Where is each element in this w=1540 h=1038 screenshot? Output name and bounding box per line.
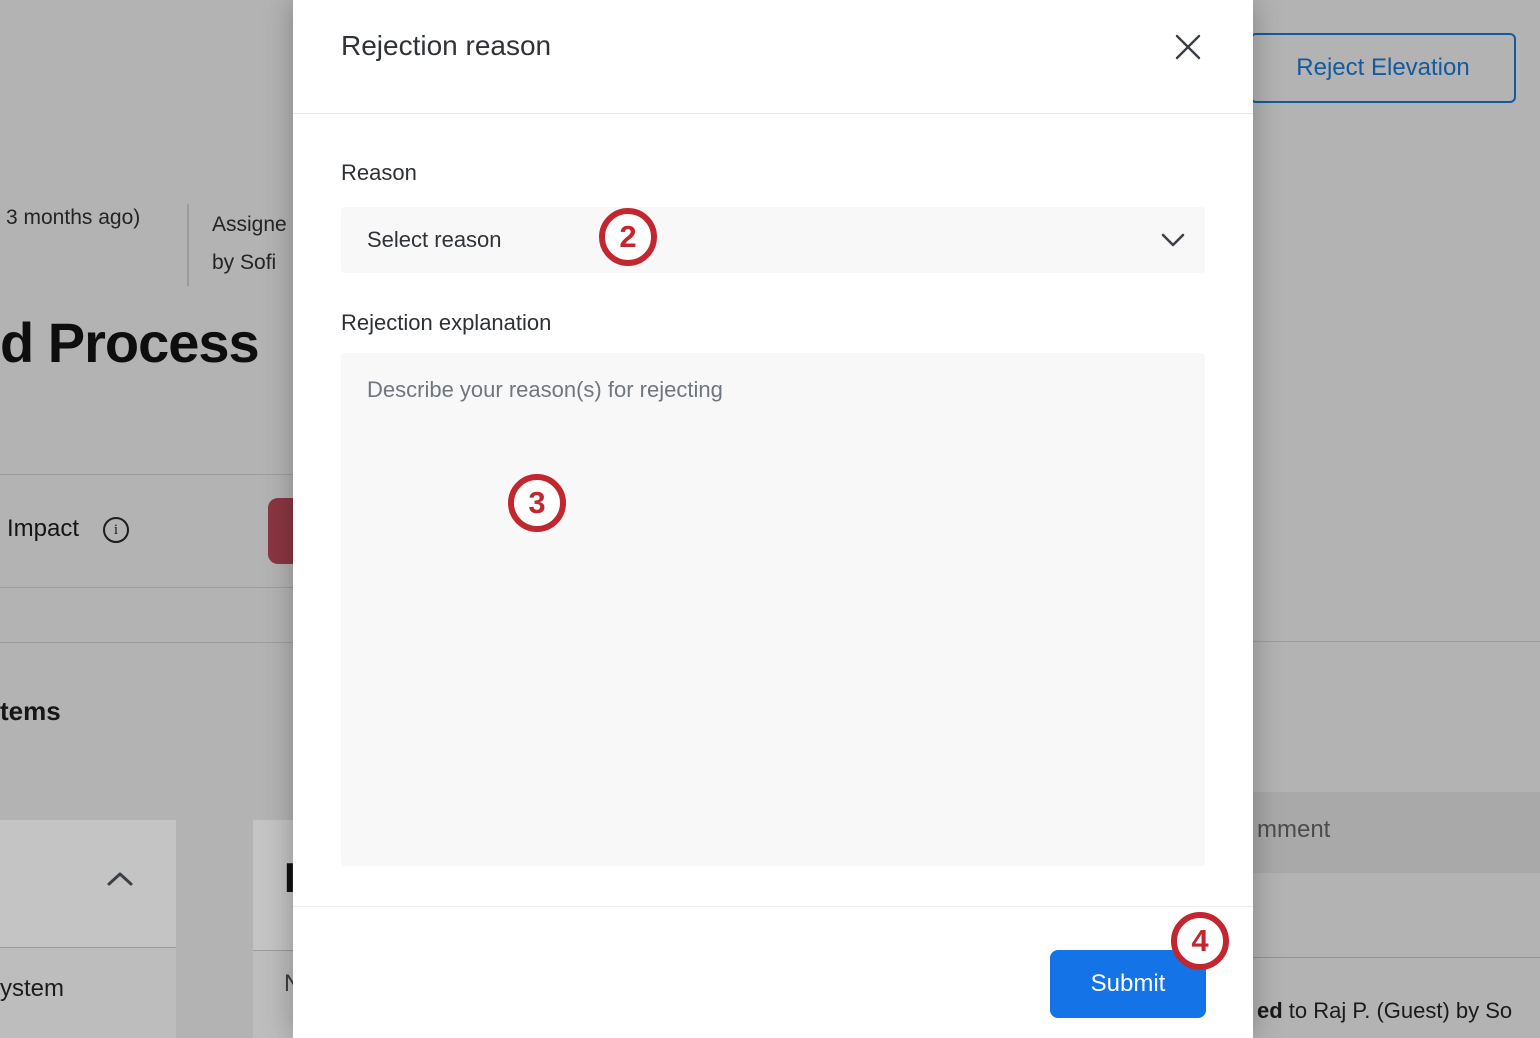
section-divider [1253,641,1540,642]
reject-elevation-button[interactable]: Reject Elevation [1250,33,1516,103]
explanation-textarea[interactable] [341,353,1205,866]
reason-select[interactable]: Select reason [341,207,1205,273]
comment-input[interactable]: mment [1253,792,1540,873]
activity-detail: to Raj P. (Guest) by So [1283,998,1512,1023]
meta-divider [187,204,189,286]
summary-card-header [0,820,176,947]
impact-label: Impact [7,515,79,543]
info-icon[interactable]: i [103,517,129,543]
created-age-text: 3 months ago) [6,206,140,230]
assigned-line1: Assigne [212,206,293,244]
items-table-card: I N [253,820,293,1038]
close-icon [1174,33,1202,61]
close-button[interactable] [1173,32,1203,62]
section-divider [0,642,293,643]
section-divider [0,474,293,475]
comment-placeholder: mment [1257,816,1330,844]
card-footer-text: ystem [0,975,64,1003]
page-title: d Process [0,310,259,375]
assigned-meta: Assigne by Sofi [212,206,293,290]
header-divider [293,113,1253,114]
items-column-header: N [284,970,293,998]
summary-card: ystem [0,820,176,1038]
dialog-title: Rejection reason [341,30,551,62]
annotation-step-4: 4 [1171,912,1229,970]
items-section-heading: tems [0,696,61,727]
chevron-down-icon [1161,232,1185,248]
summary-card-body: ystem [0,948,176,1038]
explanation-field-label: Rejection explanation [341,310,551,336]
chevron-up-icon[interactable] [106,870,134,888]
activity-action: ed [1257,998,1283,1023]
rejection-reason-dialog: Rejection reason Reason Select reason 2 … [293,0,1253,1038]
reason-select-value: Select reason [367,207,502,273]
annotation-step-2: 2 [599,208,657,266]
footer-divider [293,906,1253,907]
reason-field-label: Reason [341,160,417,186]
activity-divider [1253,957,1540,958]
annotation-step-3: 3 [508,474,566,532]
items-card-title: I [284,854,293,902]
assigned-line2: by Sofi [212,244,293,282]
activity-log-entry: ed to Raj P. (Guest) by So [1257,998,1512,1024]
section-divider [0,587,293,588]
